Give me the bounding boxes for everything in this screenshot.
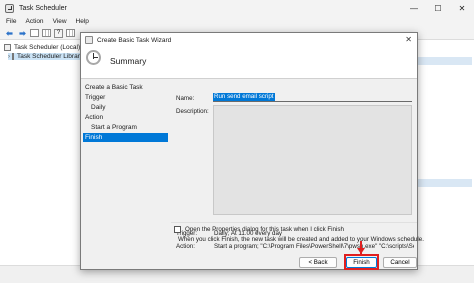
- task-scheduler-icon: [5, 3, 14, 13]
- dialog-title: Create Basic Task Wizard: [97, 36, 172, 44]
- minimize-button[interactable]: —: [402, 0, 426, 16]
- tree-library-label: Task Scheduler Library: [17, 53, 84, 60]
- wizard-icon: [85, 36, 93, 44]
- step-daily[interactable]: Daily: [83, 103, 168, 112]
- finish-button[interactable]: Finish: [346, 257, 377, 268]
- list-view-icon[interactable]: [42, 29, 51, 37]
- actions-pane: [412, 40, 474, 265]
- step-finish[interactable]: Finish: [83, 133, 168, 142]
- name-field[interactable]: Run send email script: [213, 93, 412, 102]
- menu-view[interactable]: View: [53, 18, 67, 25]
- dialog-title-bar: Create Basic Task Wizard ✕: [81, 33, 417, 47]
- step-start-a-program[interactable]: Start a Program: [83, 123, 168, 132]
- clock-icon: [4, 44, 11, 51]
- dialog-header: Summary: [81, 47, 417, 79]
- finish-hint: When you click Finish, the new task will…: [178, 236, 424, 243]
- console-tree: Task Scheduler (Local) › Task Scheduler …: [0, 40, 83, 265]
- open-properties-checkbox-row[interactable]: Open the Properties dialog for this task…: [174, 226, 344, 233]
- menu-bar: File Action View Help: [0, 16, 474, 27]
- chevron-right-icon[interactable]: ›: [8, 54, 10, 60]
- back-button[interactable]: < Back: [299, 257, 337, 268]
- tree-library[interactable]: › Task Scheduler Library: [8, 53, 83, 60]
- cancel-button[interactable]: Cancel: [383, 257, 417, 268]
- action-value: Start a program; "C:\Program Files\Power…: [214, 243, 414, 250]
- maximize-button[interactable]: ☐: [426, 0, 450, 16]
- summary-content: Name: Run send email script Description:…: [171, 80, 417, 250]
- divider: [171, 222, 417, 223]
- tree-root-label: Task Scheduler (Local): [14, 44, 81, 51]
- clock-icon: [86, 50, 101, 65]
- window-title: Task Scheduler: [19, 4, 67, 12]
- actions-header: [416, 57, 472, 65]
- description-label: Description:: [176, 108, 209, 115]
- name-value: Run send email script: [213, 93, 275, 101]
- title-bar: Task Scheduler — ☐ ✕: [0, 0, 474, 16]
- back-arrow-icon[interactable]: ⬅: [4, 28, 15, 38]
- step-create-basic-task[interactable]: Create a Basic Task: [83, 83, 168, 92]
- description-field[interactable]: [213, 105, 412, 215]
- help-icon[interactable]: ?: [54, 28, 63, 38]
- menu-help[interactable]: Help: [76, 18, 89, 25]
- menu-file[interactable]: File: [6, 18, 16, 25]
- create-basic-task-dialog: Create Basic Task Wizard ✕ Summary Creat…: [80, 32, 424, 270]
- name-label: Name:: [176, 95, 195, 102]
- tree-root[interactable]: Task Scheduler (Local): [4, 44, 80, 51]
- folder-icon: [12, 53, 14, 60]
- selected-item-header: [416, 179, 472, 187]
- dialog-close-button[interactable]: ✕: [405, 35, 412, 44]
- page-title: Summary: [110, 56, 147, 66]
- wizard-steps: Create a Basic Task Trigger Daily Action…: [81, 80, 169, 240]
- menu-action[interactable]: Action: [25, 18, 43, 25]
- open-properties-checkbox[interactable]: [174, 226, 181, 233]
- step-trigger[interactable]: Trigger: [83, 93, 168, 102]
- action-label: Action:: [176, 243, 195, 250]
- forward-arrow-icon[interactable]: ➡: [17, 28, 28, 38]
- window-controls: — ☐ ✕: [402, 0, 474, 16]
- open-properties-label: Open the Properties dialog for this task…: [185, 226, 344, 233]
- action-pane-icon[interactable]: [66, 29, 75, 37]
- console-tree-icon[interactable]: [30, 29, 39, 37]
- step-action[interactable]: Action: [83, 113, 168, 122]
- close-button[interactable]: ✕: [450, 0, 474, 16]
